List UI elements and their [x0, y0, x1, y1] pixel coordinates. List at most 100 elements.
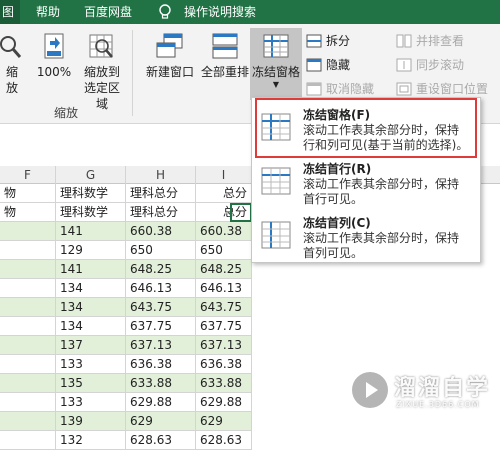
table-cell[interactable] [0, 222, 56, 241]
freeze-first-column-icon [261, 221, 291, 249]
table-cell[interactable] [0, 431, 56, 450]
menu-item-freeze-top-row[interactable]: 冻结首行(R) 滚动工作表其余部分时，保持 首行可见。 [252, 156, 480, 210]
header-cell[interactable]: 理科数学 [56, 203, 126, 222]
table-cell[interactable]: 133 [56, 355, 126, 374]
tab-view[interactable]: 图 [0, 0, 20, 24]
unhide-button[interactable]: 取消隐藏 [306, 80, 374, 98]
table-cell[interactable]: 650 [196, 241, 252, 260]
column-header-g[interactable]: G [56, 166, 126, 184]
header-cell[interactable]: 物 [0, 184, 56, 203]
hide-button[interactable]: 隐藏 [306, 56, 350, 74]
header-cell[interactable]: 总分 [196, 184, 252, 203]
table-cell[interactable]: 636.38 [196, 355, 252, 374]
table-cell[interactable] [0, 374, 56, 393]
table-cell[interactable]: 648.25 [126, 260, 196, 279]
table-cell[interactable]: 133 [56, 393, 126, 412]
table-cell[interactable]: 141 [56, 222, 126, 241]
menu-item-freeze-first-column[interactable]: 冻结首列(C) 滚动工作表其余部分时，保持 首列可见。 [252, 210, 480, 264]
arrange-all-button[interactable]: 全部重排 [200, 32, 250, 80]
column-header-i[interactable]: I [196, 166, 252, 184]
table-cell[interactable]: 628.63 [196, 431, 252, 450]
table-cell[interactable]: 134 [56, 298, 126, 317]
tell-me-search[interactable]: 操作说明搜索 [184, 0, 256, 24]
table-cell[interactable]: 137 [56, 336, 126, 355]
table-cell[interactable]: 633.88 [126, 374, 196, 393]
new-window-icon [156, 33, 183, 58]
table-cell[interactable]: 132 [56, 431, 126, 450]
table-cell[interactable]: 139 [56, 412, 126, 431]
table-cell[interactable]: 629 [196, 412, 252, 431]
table-cell[interactable] [0, 241, 56, 260]
table-cell[interactable] [0, 298, 56, 317]
table-cell[interactable]: 134 [56, 317, 126, 336]
new-window-button[interactable]: 新建窗口 [142, 32, 198, 80]
table-cell[interactable]: 629.88 [126, 393, 196, 412]
table-cell[interactable]: 660.38 [196, 222, 252, 241]
table-cell[interactable] [0, 317, 56, 336]
table-cell[interactable] [0, 260, 56, 279]
menu-item-description: 滚动工作表其余部分时，保持 首列可见。 [303, 231, 479, 261]
table-cell[interactable]: 648.25 [196, 260, 252, 279]
menu-item-description: 滚动工作表其余部分时，保持 首行可见。 [303, 177, 479, 207]
column-header-f[interactable]: F [0, 166, 56, 184]
highlight-box [255, 98, 477, 158]
side-by-side-label: 并排查看 [416, 34, 465, 48]
table-cell[interactable] [0, 355, 56, 374]
column-header-h[interactable]: H [126, 166, 196, 184]
table-cell[interactable]: 633.88 [196, 374, 252, 393]
header-cell[interactable]: 理科数学 [56, 184, 126, 203]
table-cell[interactable]: 628.63 [126, 431, 196, 450]
table-cell[interactable]: 646.13 [126, 279, 196, 298]
zoom-label: 缩放 [5, 65, 18, 95]
hide-window-icon [306, 58, 322, 72]
freeze-top-row-icon [261, 167, 291, 195]
watermark: 溜溜自学 ZIXUE.3D66.COM [352, 368, 500, 420]
table-cell[interactable] [0, 279, 56, 298]
ribbon-tab-bar: 图 帮助 百度网盘 操作说明搜索 [0, 0, 500, 24]
table-cell[interactable]: 134 [56, 279, 126, 298]
table-cell[interactable]: 637.13 [196, 336, 252, 355]
header-cell[interactable]: 理科总分 [126, 184, 196, 203]
zoom-100-button[interactable]: 100% [34, 32, 74, 80]
freeze-panes-icon [263, 34, 289, 58]
table-cell[interactable] [0, 393, 56, 412]
table-cell[interactable]: 135 [56, 374, 126, 393]
table-cell[interactable]: 636.38 [126, 355, 196, 374]
tab-baidu-netdisk[interactable]: 百度网盘 [84, 0, 132, 24]
zoom-100-icon [44, 33, 64, 59]
watermark-text: 溜溜自学 [394, 376, 491, 401]
table-cell[interactable]: 650 [126, 241, 196, 260]
tab-help[interactable]: 帮助 [36, 0, 60, 24]
table-cell[interactable] [0, 412, 56, 431]
table-cell[interactable]: 646.13 [196, 279, 252, 298]
table-cell[interactable]: 637.75 [126, 317, 196, 336]
header-cell[interactable]: 物 [0, 203, 56, 222]
table-cell[interactable]: 637.13 [126, 336, 196, 355]
active-cell[interactable] [230, 203, 252, 222]
freeze-panes-label: 冻结窗格 [251, 65, 300, 79]
table-cell[interactable]: 629.88 [196, 393, 252, 412]
unhide-label: 取消隐藏 [326, 82, 375, 96]
table-cell[interactable]: 637.75 [196, 317, 252, 336]
new-window-label: 新建窗口 [145, 65, 194, 79]
hide-label: 隐藏 [326, 58, 351, 72]
table-cell[interactable]: 129 [56, 241, 126, 260]
sync-scroll-button[interactable]: 同步滚动 [396, 56, 464, 74]
table-cell[interactable] [0, 336, 56, 355]
split-button[interactable]: 拆分 [306, 32, 350, 50]
zoom-button[interactable]: 缩放 [0, 32, 24, 96]
split-icon [306, 34, 322, 48]
view-side-by-side-button[interactable]: 并排查看 [396, 32, 464, 50]
lightbulb-icon [159, 4, 171, 19]
table-cell[interactable]: 629 [126, 412, 196, 431]
table-cell[interactable]: 660.38 [126, 222, 196, 241]
table-cell[interactable]: 643.75 [126, 298, 196, 317]
freeze-panes-button[interactable]: 冻结窗格 ▼ [250, 28, 302, 100]
table-cell[interactable]: 141 [56, 260, 126, 279]
table-cell[interactable]: 643.75 [196, 298, 252, 317]
zoom-to-selection-button[interactable]: 缩放到 选定区域 [80, 32, 124, 112]
header-cell[interactable]: 理科总分 [126, 203, 196, 222]
group-label-zoom: 缩放 [53, 106, 78, 120]
watermark-subtext: ZIXUE.3D66.COM [396, 400, 480, 409]
reset-window-position-button[interactable]: 重设窗口位置 [396, 80, 488, 98]
